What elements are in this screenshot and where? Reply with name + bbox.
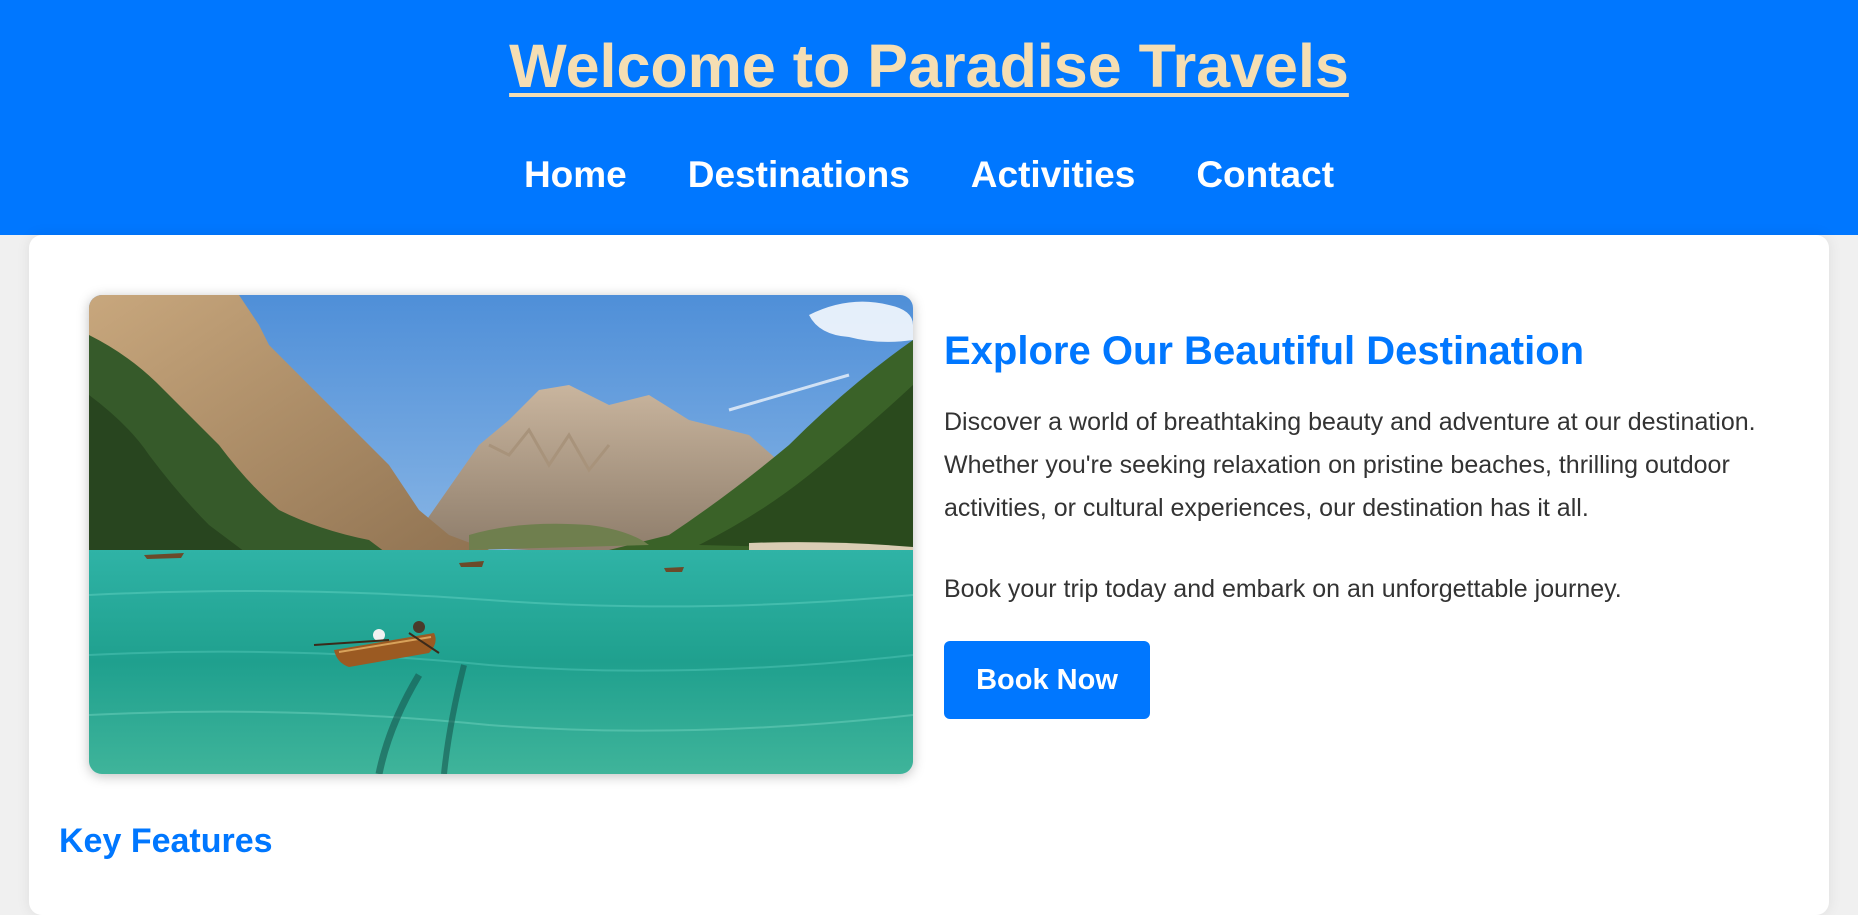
nav-item-activities: Activities <box>971 150 1136 200</box>
site-title: Welcome to Paradise Travels <box>0 30 1858 102</box>
site-title-link[interactable]: Welcome to Paradise Travels <box>509 32 1349 100</box>
key-features-heading: Key Features <box>59 822 273 860</box>
intro-text-block: Explore Our Beautiful Destination Discov… <box>944 327 1774 719</box>
site-header: Welcome to Paradise Travels Home Destina… <box>0 0 1858 235</box>
nav-item-destinations: Destinations <box>688 150 910 200</box>
intro-paragraph: Discover a world of breathtaking beauty … <box>944 408 1756 522</box>
section-heading: Explore Our Beautiful Destination <box>944 329 1585 373</box>
nav-link-activities[interactable]: Activities <box>971 154 1136 195</box>
lake-mountains-photo <box>89 295 913 774</box>
nav-link-home[interactable]: Home <box>524 154 627 195</box>
hero-image <box>89 295 913 774</box>
call-to-action-paragraph: Book your trip today and embark on an un… <box>944 575 1622 603</box>
main-nav: Home Destinations Activities Contact <box>0 150 1858 200</box>
nav-link-contact[interactable]: Contact <box>1196 154 1334 195</box>
book-now-button[interactable]: Book Now <box>944 641 1150 719</box>
nav-link-destinations[interactable]: Destinations <box>688 154 910 195</box>
main-content-card: Explore Our Beautiful Destination Discov… <box>29 235 1829 915</box>
nav-item-home: Home <box>524 150 627 200</box>
nav-item-contact: Contact <box>1196 150 1334 200</box>
